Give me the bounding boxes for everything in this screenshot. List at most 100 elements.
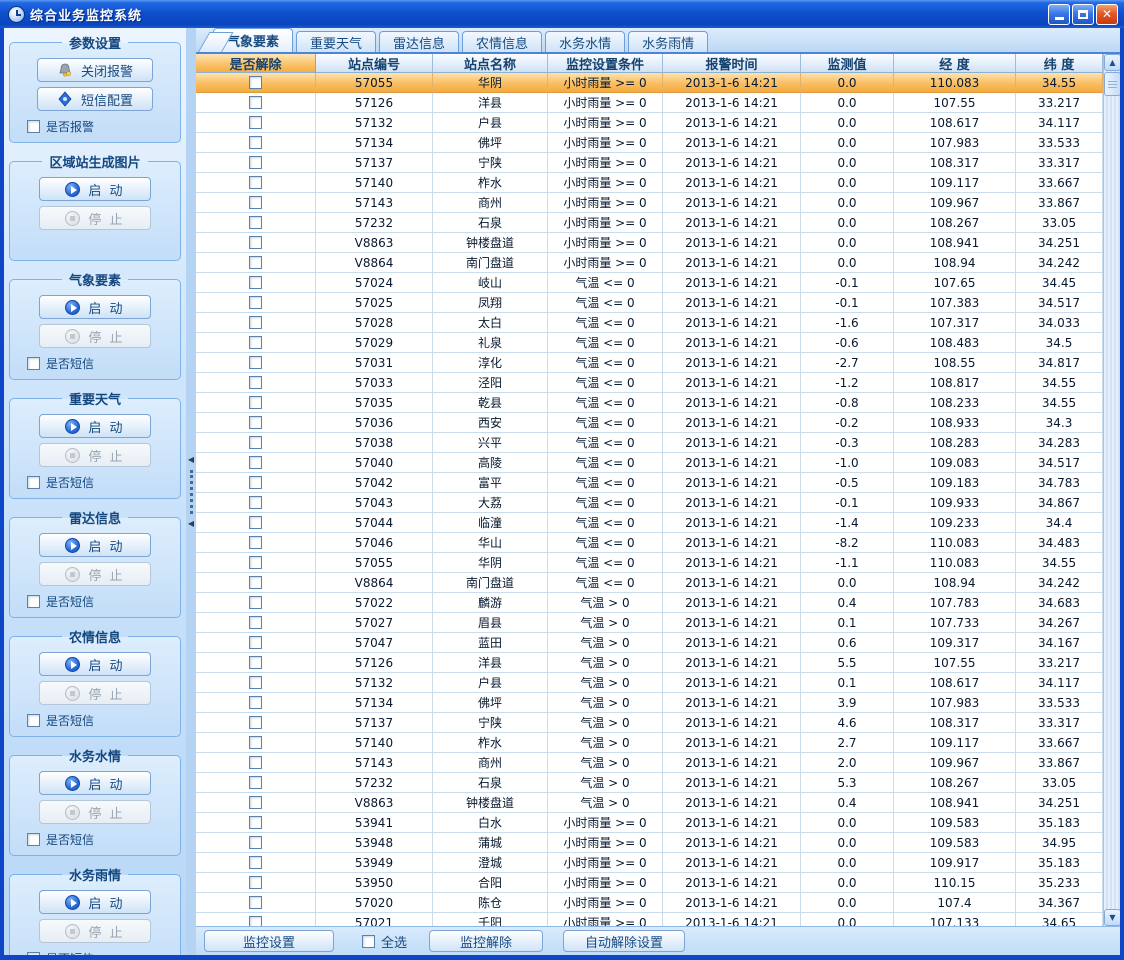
minimize-button[interactable]: [1048, 4, 1070, 25]
collapse-left-icon[interactable]: ◀: [188, 520, 194, 528]
table-row[interactable]: 57137宁陕小时雨量 >= 02013-1-6 14:210.0108.317…: [196, 153, 1120, 173]
release-checkbox[interactable]: [249, 676, 262, 689]
water-rain-sms-checkbox[interactable]: 是否短信: [27, 950, 175, 955]
release-checkbox[interactable]: [249, 316, 262, 329]
table-row[interactable]: 57020陈仓小时雨量 >= 02013-1-6 14:210.0107.434…: [196, 893, 1120, 913]
water-level-start-button[interactable]: 启 动: [39, 771, 151, 795]
radar-info-sms-checkbox[interactable]: 是否短信: [27, 593, 175, 610]
table-row[interactable]: 57022麟游气温 > 02013-1-6 14:210.4107.78334.…: [196, 593, 1120, 613]
release-checkbox[interactable]: [249, 256, 262, 269]
release-checkbox[interactable]: [249, 716, 262, 729]
release-checkbox[interactable]: [249, 736, 262, 749]
monitor-setup-button[interactable]: 监控设置: [204, 930, 334, 952]
tab-4[interactable]: 农情信息: [462, 31, 542, 52]
release-checkbox[interactable]: [249, 896, 262, 909]
table-row[interactable]: 57143商州小时雨量 >= 02013-1-6 14:210.0109.967…: [196, 193, 1120, 213]
release-checkbox[interactable]: [249, 876, 262, 889]
table-row[interactable]: 57137宁陕气温 > 02013-1-6 14:214.6108.31733.…: [196, 713, 1120, 733]
radar-info-stop-button[interactable]: 停 止: [39, 562, 151, 586]
collapse-left-icon[interactable]: ◀: [188, 456, 194, 464]
table-row[interactable]: 57055华阴气温 <= 02013-1-6 14:21-1.1110.0833…: [196, 553, 1120, 573]
release-checkbox[interactable]: [249, 796, 262, 809]
table-row[interactable]: 57134佛坪小时雨量 >= 02013-1-6 14:210.0107.983…: [196, 133, 1120, 153]
scroll-down-button[interactable]: ▼: [1104, 909, 1120, 926]
release-checkbox[interactable]: [249, 296, 262, 309]
water-level-sms-checkbox[interactable]: 是否短信: [27, 831, 175, 848]
table-row[interactable]: 57232石泉小时雨量 >= 02013-1-6 14:210.0108.267…: [196, 213, 1120, 233]
column-header-4[interactable]: 监控设置条件: [548, 54, 663, 73]
sidebar-splitter[interactable]: ◀ ◀: [186, 28, 196, 955]
agri-info-sms-checkbox[interactable]: 是否短信: [27, 712, 175, 729]
table-row[interactable]: 57132户县气温 > 02013-1-6 14:210.1108.61734.…: [196, 673, 1120, 693]
table-row[interactable]: 53948蒲城小时雨量 >= 02013-1-6 14:210.0109.583…: [196, 833, 1120, 853]
table-row[interactable]: 57027眉县气温 > 02013-1-6 14:210.1107.73334.…: [196, 613, 1120, 633]
table-row[interactable]: 57043大荔气温 <= 02013-1-6 14:21-0.1109.9333…: [196, 493, 1120, 513]
release-checkbox[interactable]: [249, 96, 262, 109]
water-level-stop-button[interactable]: 停 止: [39, 800, 151, 824]
release-checkbox[interactable]: [249, 376, 262, 389]
monitor-release-button[interactable]: 监控解除: [429, 930, 543, 952]
select-all-checkbox[interactable]: 全选: [362, 932, 407, 951]
release-checkbox[interactable]: [249, 836, 262, 849]
table-row[interactable]: 57143商州气温 > 02013-1-6 14:212.0109.96733.…: [196, 753, 1120, 773]
table-row[interactable]: 57132户县小时雨量 >= 02013-1-6 14:210.0108.617…: [196, 113, 1120, 133]
radar-info-start-button[interactable]: 启 动: [39, 533, 151, 557]
tab-2[interactable]: 重要天气: [296, 31, 376, 52]
weather-elements-sms-checkbox[interactable]: 是否短信: [27, 355, 175, 372]
table-row[interactable]: 53949澄城小时雨量 >= 02013-1-6 14:210.0109.917…: [196, 853, 1120, 873]
release-checkbox[interactable]: [249, 856, 262, 869]
release-checkbox[interactable]: [249, 176, 262, 189]
table-row[interactable]: 57140柞水气温 > 02013-1-6 14:212.7109.11733.…: [196, 733, 1120, 753]
region-image-start-button[interactable]: 启 动: [39, 177, 151, 201]
tab-6[interactable]: 水务雨情: [628, 31, 708, 52]
table-row[interactable]: 53950合阳小时雨量 >= 02013-1-6 14:210.0110.153…: [196, 873, 1120, 893]
release-checkbox[interactable]: [249, 496, 262, 509]
release-checkbox[interactable]: [249, 916, 262, 926]
table-row[interactable]: 57055华阴小时雨量 >= 02013-1-6 14:210.0110.083…: [196, 73, 1120, 93]
release-checkbox[interactable]: [249, 76, 262, 89]
column-header-5[interactable]: 报警时间: [663, 54, 801, 73]
maximize-button[interactable]: [1072, 4, 1094, 25]
release-checkbox[interactable]: [249, 436, 262, 449]
tab-5[interactable]: 水务水情: [545, 31, 625, 52]
close-button[interactable]: ✕: [1096, 4, 1118, 25]
scroll-up-button[interactable]: ▲: [1104, 54, 1120, 71]
table-row[interactable]: 57042富平气温 <= 02013-1-6 14:21-0.5109.1833…: [196, 473, 1120, 493]
agri-info-start-button[interactable]: 启 动: [39, 652, 151, 676]
release-checkbox[interactable]: [249, 356, 262, 369]
table-row[interactable]: 57021千阳小时雨量 >= 02013-1-6 14:210.0107.133…: [196, 913, 1120, 926]
water-rain-start-button[interactable]: 启 动: [39, 890, 151, 914]
release-checkbox[interactable]: [249, 596, 262, 609]
vertical-scrollbar[interactable]: ▲ ▼: [1103, 54, 1120, 926]
release-checkbox[interactable]: [249, 816, 262, 829]
release-checkbox[interactable]: [249, 696, 262, 709]
release-checkbox[interactable]: [249, 656, 262, 669]
weather-elements-stop-button[interactable]: 停 止: [39, 324, 151, 348]
table-row[interactable]: V8863钟楼盘道小时雨量 >= 02013-1-6 14:210.0108.9…: [196, 233, 1120, 253]
release-checkbox[interactable]: [249, 236, 262, 249]
column-header-2[interactable]: 站点编号: [316, 54, 433, 73]
table-row[interactable]: 57029礼泉气温 <= 02013-1-6 14:21-0.6108.4833…: [196, 333, 1120, 353]
table-row[interactable]: 57038兴平气温 <= 02013-1-6 14:21-0.3108.2833…: [196, 433, 1120, 453]
important-weather-sms-checkbox[interactable]: 是否短信: [27, 474, 175, 491]
water-rain-stop-button[interactable]: 停 止: [39, 919, 151, 943]
table-row[interactable]: 53941白水小时雨量 >= 02013-1-6 14:210.0109.583…: [196, 813, 1120, 833]
table-row[interactable]: 57134佛坪气温 > 02013-1-6 14:213.9107.98333.…: [196, 693, 1120, 713]
release-checkbox[interactable]: [249, 536, 262, 549]
release-checkbox[interactable]: [249, 576, 262, 589]
table-row[interactable]: 57028太白气温 <= 02013-1-6 14:21-1.6107.3173…: [196, 313, 1120, 333]
table-row[interactable]: 57031淳化气温 <= 02013-1-6 14:21-2.7108.5534…: [196, 353, 1120, 373]
release-checkbox[interactable]: [249, 336, 262, 349]
release-checkbox[interactable]: [249, 516, 262, 529]
release-checkbox[interactable]: [249, 196, 262, 209]
table-row[interactable]: V8863钟楼盘道气温 > 02013-1-6 14:210.4108.9413…: [196, 793, 1120, 813]
table-row[interactable]: 57036西安气温 <= 02013-1-6 14:21-0.2108.9333…: [196, 413, 1120, 433]
column-header-1[interactable]: 是否解除: [196, 54, 316, 73]
release-checkbox[interactable]: [249, 216, 262, 229]
close-alarm-button[interactable]: 关闭报警: [37, 58, 153, 82]
release-checkbox[interactable]: [249, 756, 262, 769]
column-header-7[interactable]: 经 度: [894, 54, 1016, 73]
table-row[interactable]: 57126洋县小时雨量 >= 02013-1-6 14:210.0107.553…: [196, 93, 1120, 113]
table-row[interactable]: 57140柞水小时雨量 >= 02013-1-6 14:210.0109.117…: [196, 173, 1120, 193]
tab-3[interactable]: 雷达信息: [379, 31, 459, 52]
